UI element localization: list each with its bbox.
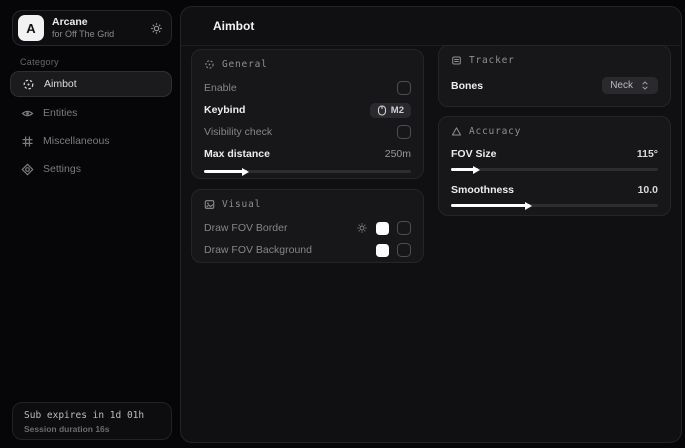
fov-size-slider[interactable]: [451, 168, 658, 171]
bones-value: Neck: [610, 80, 633, 91]
accuracy-card: Accuracy FOV Size 115° Smoothness 10.0: [438, 116, 671, 216]
chevrons-up-down-icon: [640, 80, 650, 91]
accuracy-card-header: Accuracy: [451, 126, 658, 137]
keybind-row: Keybind M2: [204, 99, 411, 121]
crosshair-icon: [22, 78, 35, 91]
session-duration-text: Session duration 16s: [24, 424, 160, 434]
visibility-check-row: Visibility check: [204, 121, 411, 143]
tracker-card-header: Tracker: [451, 55, 658, 66]
sidebar: A Arcane for Off The Grid Category Aimbo…: [0, 0, 178, 448]
slider-thumb[interactable]: [473, 166, 480, 174]
bones-row: Bones Neck: [451, 73, 658, 98]
keybind-button[interactable]: M2: [370, 103, 411, 118]
sidebar-item-label: Aimbot: [44, 78, 77, 90]
smoothness-slider[interactable]: [451, 204, 658, 207]
max-distance-value: 250m: [385, 148, 411, 160]
image-icon: [204, 199, 215, 210]
enable-checkbox[interactable]: [397, 81, 411, 95]
fov-border-gear-icon[interactable]: [356, 222, 368, 234]
draw-fov-background-label: Draw FOV Background: [204, 244, 312, 256]
visual-card: Visual Draw FOV Border Draw FOV Backgrou…: [191, 189, 424, 263]
main-panel: Aimbot General Enable Keybind: [180, 6, 682, 443]
app-header-text: Arcane for Off The Grid: [52, 17, 150, 40]
smoothness-label: Smoothness: [451, 184, 514, 196]
visibility-check-label: Visibility check: [204, 126, 272, 138]
fov-border-color-swatch[interactable]: [376, 222, 389, 235]
fov-size-row: FOV Size 115°: [451, 144, 658, 163]
sidebar-item-label: Entities: [43, 107, 77, 119]
visibility-check-checkbox[interactable]: [397, 125, 411, 139]
sidebar-item-settings[interactable]: Settings: [10, 156, 172, 182]
enable-label: Enable: [204, 82, 237, 94]
max-distance-row: Max distance 250m: [204, 143, 411, 165]
sub-expires-text: Sub expires in 1d 01h: [24, 410, 160, 421]
fov-size-value: 115°: [637, 148, 658, 160]
gear-icon: [21, 163, 34, 176]
scan-icon: [451, 55, 462, 66]
sidebar-item-miscellaneous[interactable]: Miscellaneous: [10, 128, 172, 154]
general-card-header: General: [204, 59, 411, 70]
bones-label: Bones: [451, 80, 483, 92]
draw-fov-border-label: Draw FOV Border: [204, 222, 287, 234]
slider-thumb[interactable]: [525, 202, 532, 210]
general-card: General Enable Keybind M2 Visibility che…: [191, 49, 424, 179]
grid-icon: [21, 135, 34, 148]
app-name: Arcane: [52, 17, 150, 28]
fov-size-label: FOV Size: [451, 148, 497, 160]
app-header: A Arcane for Off The Grid: [12, 10, 172, 46]
smoothness-row: Smoothness 10.0: [451, 180, 658, 199]
slider-fill: [204, 170, 247, 173]
tracker-card: Tracker Bones Neck: [438, 45, 671, 107]
draw-fov-background-row: Draw FOV Background: [204, 239, 411, 261]
fov-background-color-swatch[interactable]: [376, 244, 389, 257]
draw-fov-background-checkbox[interactable]: [397, 243, 411, 257]
sidebar-item-label: Settings: [43, 163, 81, 175]
draw-fov-border-row: Draw FOV Border: [204, 217, 411, 239]
app-subtitle: for Off The Grid: [52, 30, 150, 39]
visual-card-header: Visual: [204, 199, 411, 210]
app-logo: A: [18, 15, 44, 41]
draw-fov-border-checkbox[interactable]: [397, 221, 411, 235]
eye-icon: [21, 107, 34, 120]
mouse-icon: [377, 105, 387, 116]
crosshair-icon: [204, 59, 215, 70]
category-label: Category: [20, 57, 59, 67]
fov-border-controls: [356, 221, 411, 235]
triangle-icon: [451, 126, 462, 137]
sidebar-item-aimbot[interactable]: Aimbot: [10, 71, 172, 97]
card-title: Accuracy: [469, 126, 521, 137]
sidebar-item-entities[interactable]: Entities: [10, 100, 172, 126]
smoothness-value: 10.0: [638, 184, 658, 196]
panel-header: Aimbot: [181, 7, 681, 46]
card-title: General: [222, 59, 268, 70]
subscription-info: Sub expires in 1d 01h Session duration 1…: [12, 402, 172, 440]
enable-row: Enable: [204, 77, 411, 99]
bones-dropdown[interactable]: Neck: [602, 77, 658, 94]
card-title: Visual: [222, 199, 261, 210]
max-distance-label: Max distance: [204, 148, 270, 160]
header-gear-icon[interactable]: [150, 22, 163, 35]
page-title: Aimbot: [213, 19, 254, 33]
slider-fill: [451, 168, 478, 171]
keybind-label: Keybind: [204, 104, 245, 116]
max-distance-slider[interactable]: [204, 170, 411, 173]
card-title: Tracker: [469, 55, 515, 66]
slider-fill: [451, 204, 530, 207]
fov-background-controls: [376, 243, 411, 257]
slider-thumb[interactable]: [242, 168, 249, 176]
sidebar-item-label: Miscellaneous: [43, 135, 110, 147]
keybind-value: M2: [391, 105, 404, 116]
